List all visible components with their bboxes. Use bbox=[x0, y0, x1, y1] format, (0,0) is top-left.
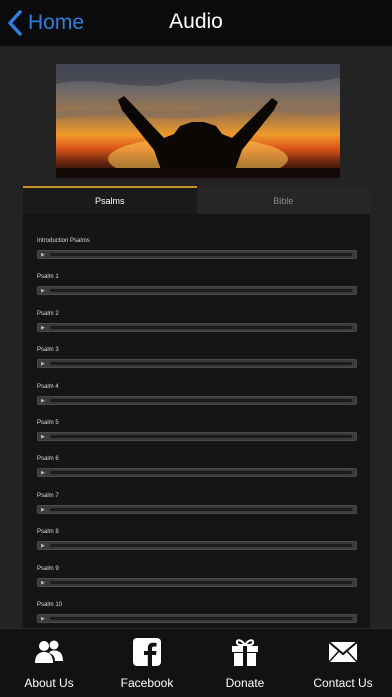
track-title: Psalm 3 bbox=[37, 347, 59, 354]
tab-about-us[interactable]: About Us bbox=[0, 629, 98, 697]
play-icon[interactable]: ▶ bbox=[41, 616, 45, 622]
track-title: Psalm 9 bbox=[37, 565, 59, 572]
track-title: Psalm 8 bbox=[37, 529, 59, 536]
progress-track[interactable] bbox=[50, 362, 352, 366]
play-icon[interactable]: ▶ bbox=[41, 288, 45, 294]
audio-player[interactable]: ▶ bbox=[37, 614, 357, 623]
tab-label: About Us bbox=[24, 676, 74, 690]
audio-player[interactable]: ▶ bbox=[37, 468, 357, 478]
play-icon[interactable]: ▶ bbox=[41, 580, 45, 586]
progress-track[interactable] bbox=[50, 580, 352, 584]
nav-bar: Home Audio bbox=[0, 0, 392, 47]
facebook-icon bbox=[132, 637, 162, 667]
play-icon[interactable]: ▶ bbox=[41, 434, 45, 440]
progress-track[interactable] bbox=[50, 398, 352, 402]
track-row: Psalm 5 ▶ bbox=[37, 418, 357, 441]
tab-facebook[interactable]: Facebook bbox=[98, 629, 196, 697]
audio-player[interactable]: ▶ bbox=[37, 250, 357, 259]
track-row: Psalm 6 ▶ bbox=[37, 454, 357, 478]
play-icon[interactable]: ▶ bbox=[41, 398, 45, 404]
tab-donate[interactable]: Donate bbox=[196, 629, 294, 697]
audio-player[interactable]: ▶ bbox=[37, 541, 357, 551]
gift-icon bbox=[230, 637, 260, 667]
tab-bible[interactable]: Bible bbox=[196, 186, 370, 214]
audio-player[interactable]: ▶ bbox=[37, 359, 357, 369]
audio-track-list: Introduction Psalms ▶ Psalm 1 ▶ Psalm 2 ▶ Psal… bbox=[23, 214, 370, 628]
track-title: Introduction Psalms bbox=[37, 238, 90, 244]
progress-track[interactable] bbox=[50, 617, 352, 620]
track-row: Psalm 8 ▶ bbox=[37, 527, 357, 551]
track-row: Psalm 2 ▶ bbox=[37, 309, 357, 332]
track-row: Psalm 1 ▶ bbox=[37, 272, 357, 296]
tab-label: Facebook bbox=[120, 676, 174, 690]
audio-player[interactable]: ▶ bbox=[37, 322, 357, 332]
content-area: Psalms Bible Introduction Psalms ▶ Psalm 1… bbox=[0, 47, 392, 628]
progress-track[interactable] bbox=[50, 507, 352, 511]
play-icon[interactable]: ▶ bbox=[41, 325, 45, 331]
envelope-icon bbox=[328, 637, 358, 667]
page-title: Audio bbox=[169, 10, 223, 33]
progress-track[interactable] bbox=[50, 544, 352, 548]
track-title: Psalm 6 bbox=[37, 456, 59, 463]
people-icon bbox=[34, 637, 64, 667]
track-row: Psalm 7 ▶ bbox=[37, 491, 357, 514]
audio-player[interactable]: ▶ bbox=[37, 504, 357, 514]
progress-track[interactable] bbox=[50, 253, 352, 256]
tab-label: Donate bbox=[225, 676, 265, 690]
play-icon[interactable]: ▶ bbox=[41, 543, 45, 549]
progress-track[interactable] bbox=[50, 325, 352, 329]
segment-tabs: Psalms Bible bbox=[23, 186, 370, 214]
bottom-tab-bar: About Us Facebook Donate Contact Us bbox=[0, 628, 392, 697]
tab-psalms[interactable]: Psalms bbox=[23, 186, 197, 214]
play-icon[interactable]: ▶ bbox=[41, 470, 45, 476]
track-title: Psalm 1 bbox=[37, 274, 59, 281]
track-row: Introduction Psalms ▶ bbox=[37, 236, 357, 259]
audio-player[interactable]: ▶ bbox=[37, 432, 357, 441]
progress-track[interactable] bbox=[50, 435, 352, 438]
track-title: Psalm 10 bbox=[37, 602, 63, 608]
hero-image bbox=[56, 64, 340, 178]
audio-player[interactable]: ▶ bbox=[37, 577, 357, 587]
audio-player[interactable]: ▶ bbox=[37, 395, 357, 405]
progress-track[interactable] bbox=[50, 471, 352, 475]
tab-label: Contact Us bbox=[313, 676, 373, 690]
play-icon[interactable]: ▶ bbox=[41, 507, 45, 513]
track-row: Psalm 10 ▶ bbox=[37, 600, 357, 623]
play-icon[interactable]: ▶ bbox=[41, 361, 45, 367]
track-title: Psalm 4 bbox=[37, 383, 59, 390]
track-row: Psalm 9 ▶ bbox=[37, 564, 357, 587]
tab-contact-us[interactable]: Contact Us bbox=[294, 629, 392, 697]
track-row: Psalm 4 ▶ bbox=[37, 382, 357, 405]
track-title: Psalm 2 bbox=[37, 310, 59, 317]
track-title: Psalm 5 bbox=[37, 420, 59, 426]
track-title: Psalm 7 bbox=[37, 492, 59, 499]
worship-silhouette-image bbox=[56, 64, 340, 178]
play-icon[interactable]: ▶ bbox=[41, 252, 45, 258]
track-row: Psalm 3 ▶ bbox=[37, 345, 357, 369]
audio-player[interactable]: ▶ bbox=[37, 286, 357, 296]
progress-track[interactable] bbox=[50, 289, 352, 293]
